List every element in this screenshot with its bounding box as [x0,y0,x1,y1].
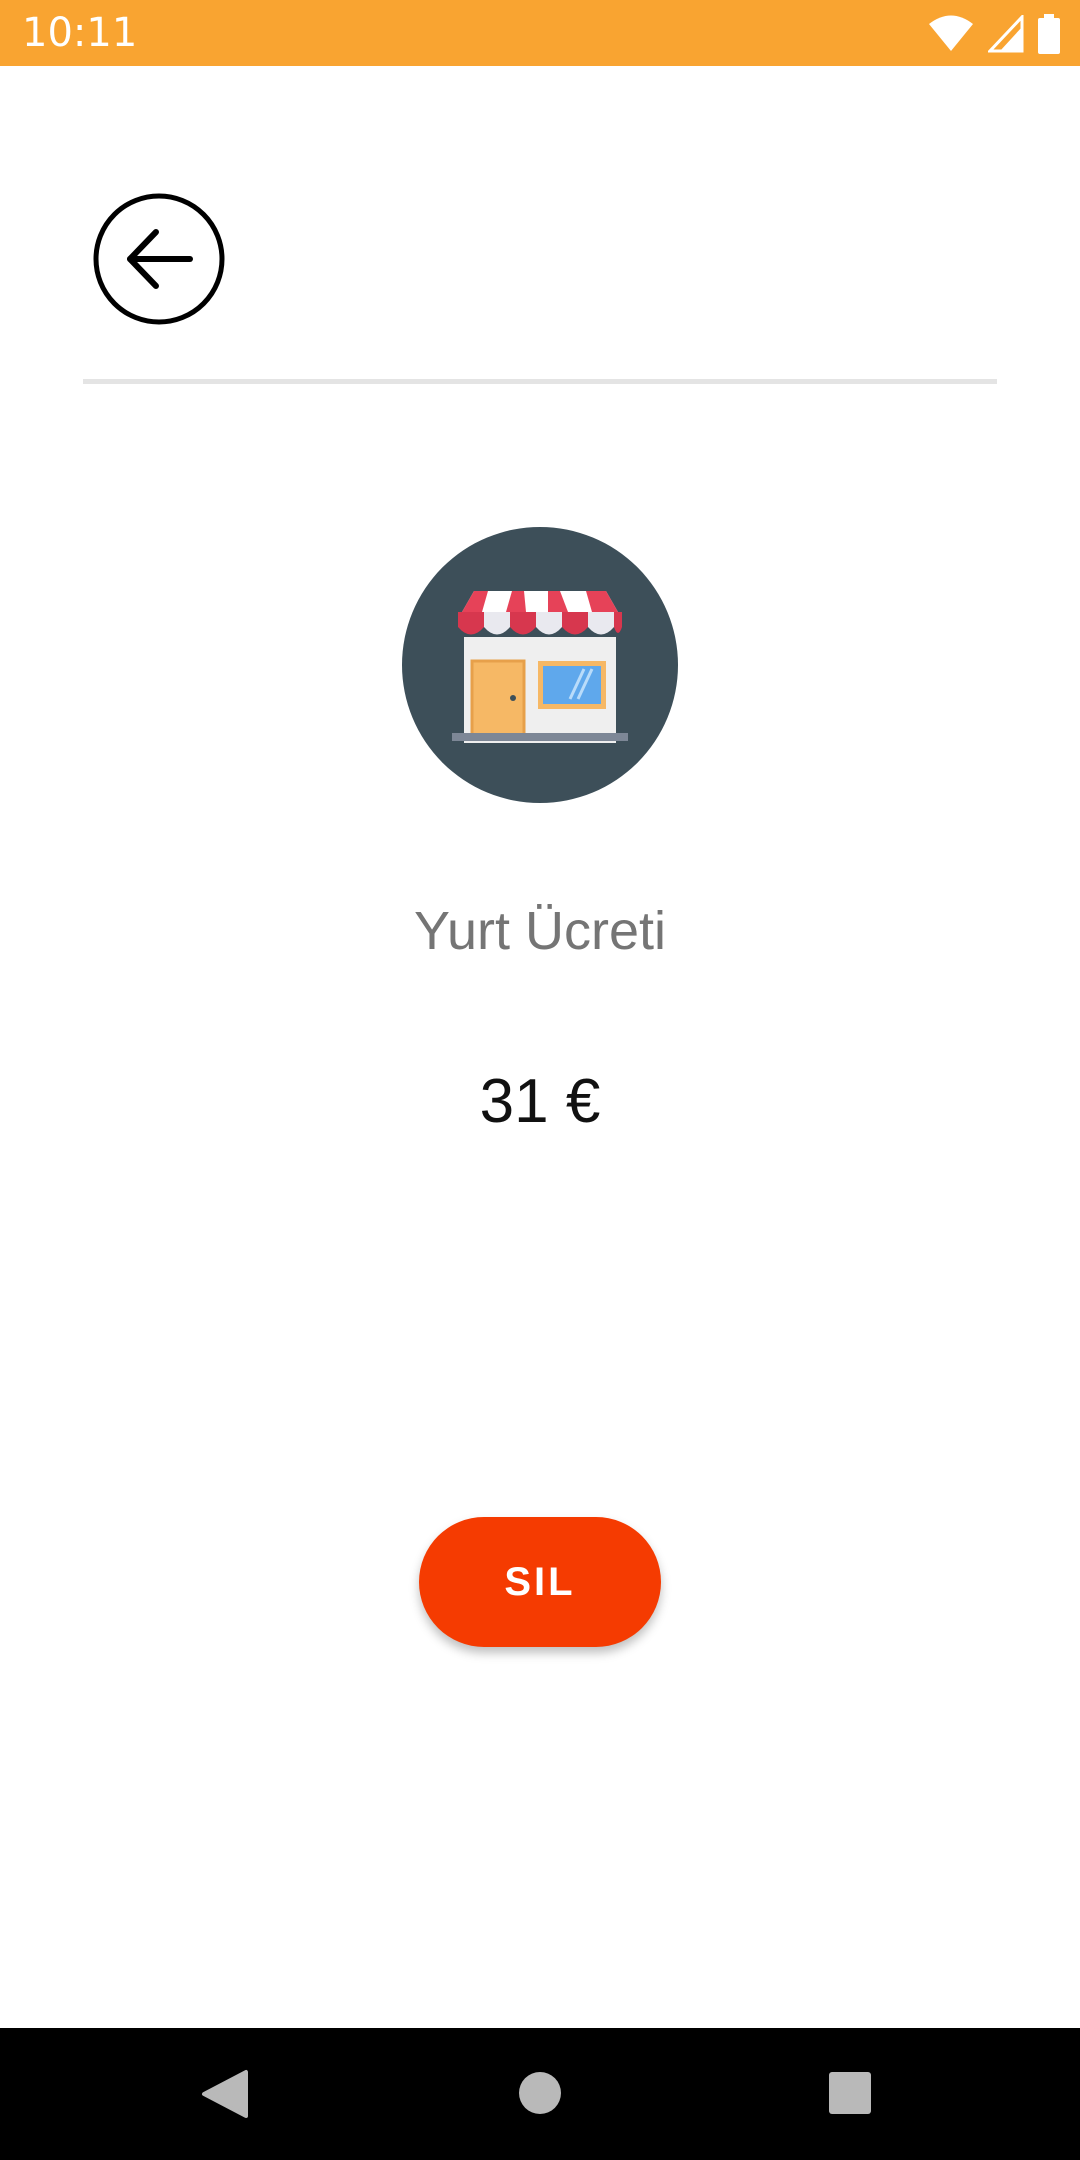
nav-home-button[interactable] [505,2058,575,2128]
status-bar: 10:11 [0,0,1080,66]
nav-recents-button[interactable] [815,2058,885,2128]
arrow-left-circle-icon [93,193,225,325]
delete-button[interactable]: SIL [419,1517,661,1647]
back-triangle-icon [202,2070,248,2118]
home-circle-icon [519,2072,561,2114]
store-icon [402,527,678,803]
transaction-detail-screen: 10:11 Yurt Ücreti 31 € SIL [0,0,1080,2160]
battery-icon [1038,14,1060,54]
recents-square-icon [829,2072,871,2114]
category-name: Yurt Ücreti [413,901,667,961]
wifi-icon [929,15,973,51]
navigation-bar [0,2028,1080,2160]
category-icon [402,527,678,803]
header-divider [83,379,997,384]
nav-back-button[interactable] [190,2058,260,2128]
status-icons [928,14,1060,54]
transaction-amount: 31 € [479,1067,601,1136]
back-button[interactable] [92,192,226,326]
cell-signal-icon [988,15,1024,53]
status-time: 10:11 [22,10,138,56]
